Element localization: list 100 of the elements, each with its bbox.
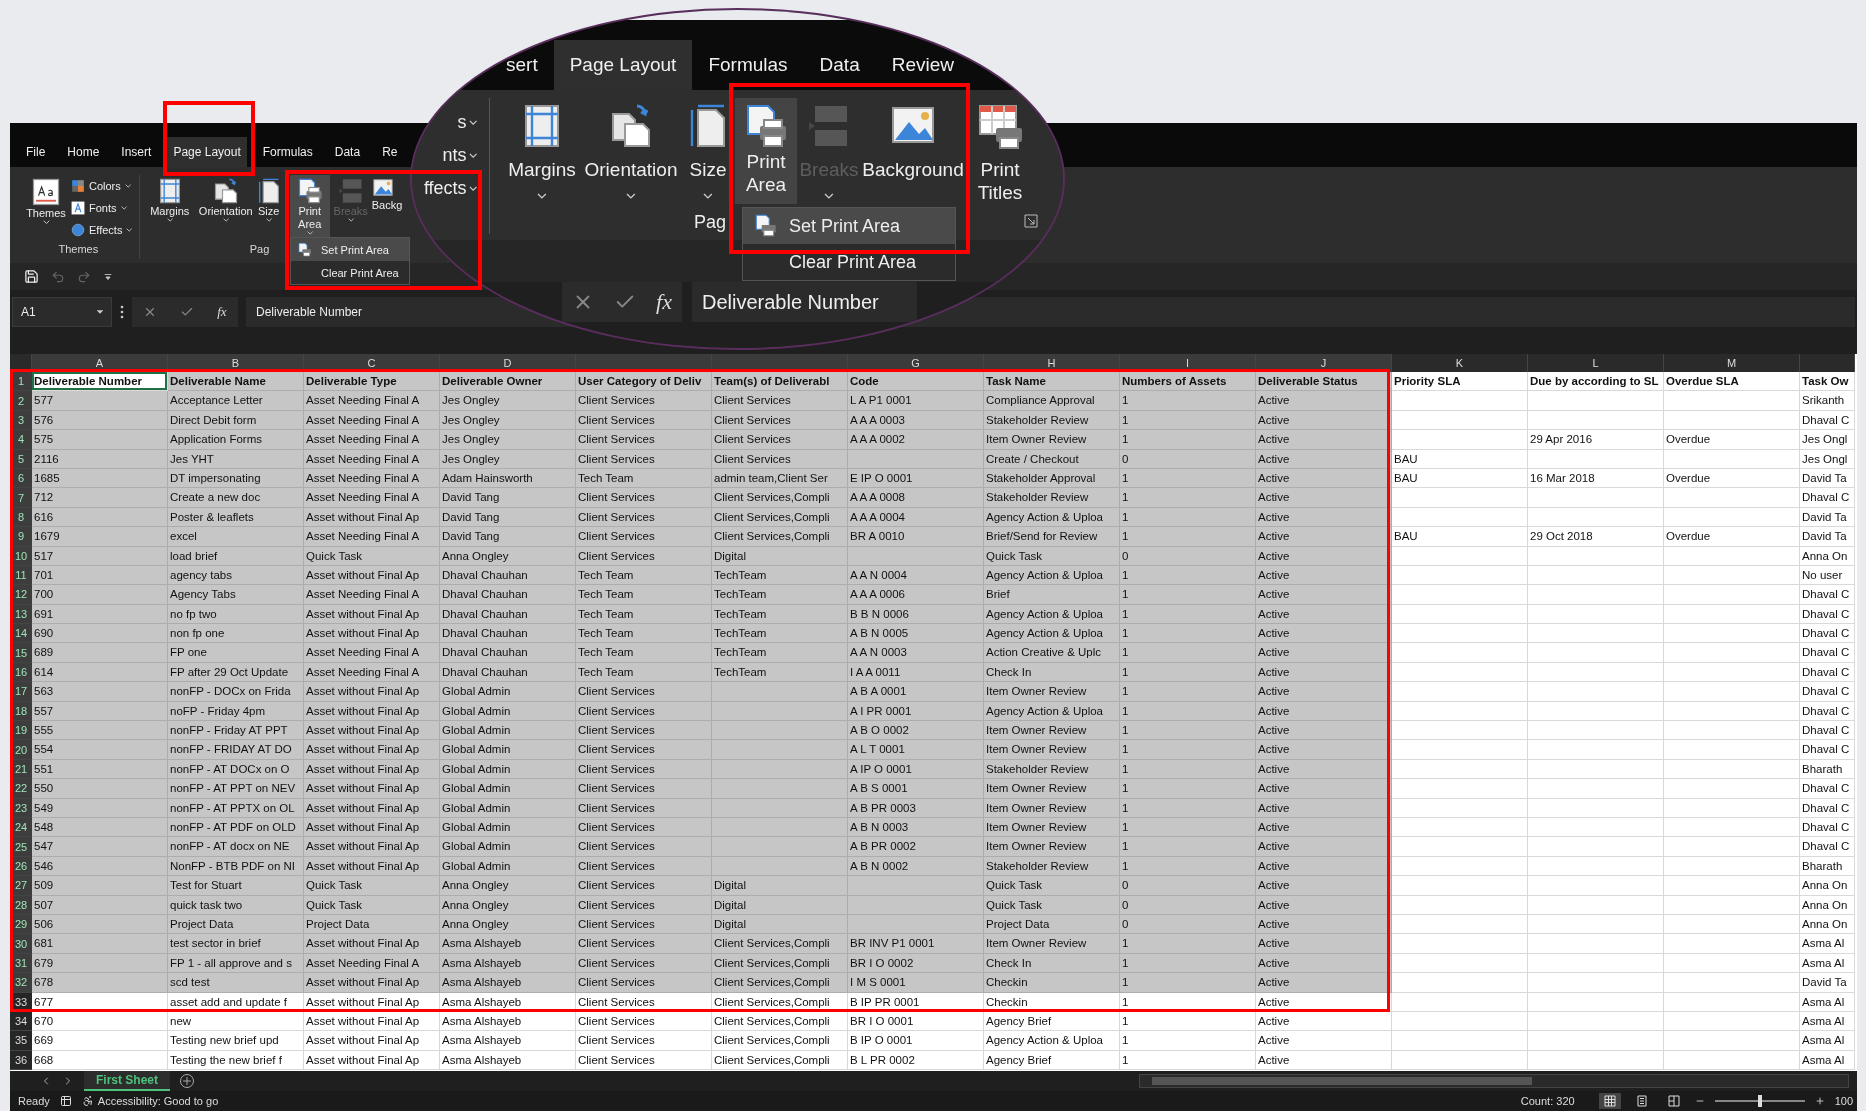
table-cell: 576 — [32, 410, 168, 431]
ribbon-tab[interactable]: Formulas — [256, 137, 319, 167]
table-cell: Client Services — [576, 527, 712, 547]
table-cell: Overdue — [1664, 468, 1800, 489]
menu-item[interactable]: Set Print Area — [743, 208, 955, 244]
column-header[interactable]: K — [1392, 354, 1528, 372]
name-box[interactable]: A1 — [12, 297, 112, 327]
table-cell: Client Services — [576, 934, 712, 954]
ribbon-button[interactable]: Print Titles — [968, 98, 1032, 204]
table-cell: Tech Team — [576, 604, 712, 625]
ribbon-option[interactable]: Effects — [71, 221, 133, 239]
zoom-in-icon[interactable] — [1814, 1096, 1825, 1106]
table-cell: Active — [1256, 643, 1392, 663]
table-cell: Asset without Final Ap — [304, 856, 440, 877]
table-cell: Agency Tabs — [168, 585, 304, 605]
themes-button[interactable]: Themes — [24, 175, 68, 243]
table-cell: Client Services — [576, 818, 712, 838]
ribbon-button[interactable]: Size — [684, 98, 732, 204]
row-header[interactable]: 36 — [10, 1050, 32, 1071]
ribbon-tab[interactable]: Home — [61, 137, 106, 167]
table-cell: Active — [1256, 779, 1392, 799]
table-cell: Project Data — [304, 914, 440, 935]
table-cell: Stakeholder Review — [984, 759, 1120, 780]
redo-icon[interactable] — [77, 269, 91, 284]
zoom-level[interactable]: 100 — [1834, 1095, 1853, 1107]
table-cell: Tech Team — [576, 585, 712, 605]
accessibility-status[interactable]: Accessibility: Good to go — [97, 1095, 219, 1107]
ribbon-button[interactable]: Margins — [506, 98, 578, 204]
ribbon-tab[interactable]: Data — [328, 137, 367, 167]
ribbon-option[interactable]: nts — [442, 145, 477, 166]
table-cell: Client Services — [576, 973, 712, 993]
print-titles-icon — [976, 102, 1024, 150]
ribbon-button[interactable]: Print Area — [735, 98, 797, 204]
table-cell: Quick Task — [984, 876, 1120, 896]
ribbon-option[interactable]: s — [457, 112, 477, 133]
table-cell: 614 — [32, 662, 168, 683]
ribbon-tab[interactable]: Re — [376, 137, 404, 167]
table-cell: Jes Ongley — [440, 449, 576, 469]
ribbon-button[interactable]: Orientation — [196, 175, 255, 243]
slider-thumb[interactable] — [1757, 1095, 1762, 1107]
menu-item[interactable]: Clear Print Area — [291, 261, 409, 284]
ribbon-button[interactable]: Orientation — [581, 98, 681, 204]
ribbon-tab[interactable]: File — [20, 137, 52, 167]
table-cell: Asset Needing Final A — [304, 449, 440, 469]
table-cell: 2116 — [32, 449, 168, 469]
undo-icon[interactable] — [51, 269, 65, 284]
horizontal-scrollbar[interactable] — [1139, 1074, 1849, 1088]
ribbon-option[interactable]: Fonts — [71, 199, 133, 217]
table-cell: Adam Hainsworth — [440, 468, 576, 489]
ribbon-tab[interactable]: Data — [803, 40, 876, 90]
ribbon-tab[interactable]: Insert — [115, 137, 158, 167]
column-header[interactable]: L — [1528, 354, 1664, 372]
ribbon-tab[interactable]: Page Layout — [553, 40, 693, 90]
ribbon-button[interactable]: Size — [257, 175, 280, 243]
table-cell: Client Services,Compli — [712, 488, 848, 508]
table-cell: Check In — [984, 953, 1120, 974]
table-cell: A B S 0001 — [848, 779, 984, 799]
column-header[interactable]: M — [1664, 354, 1800, 372]
menu-item[interactable]: Set Print Area — [291, 238, 409, 261]
check-icon[interactable] — [180, 305, 195, 319]
table-cell: Asset without Final Ap — [304, 973, 440, 993]
insert-function-button[interactable]: fx — [217, 304, 227, 320]
view-button[interactable] — [1598, 1093, 1621, 1109]
ribbon-button[interactable]: Background — [861, 98, 965, 204]
ribbon-tab[interactable]: Formulas — [692, 40, 804, 90]
table-cell: Dhaval C — [1800, 837, 1855, 857]
table-cell: Client Services,Compli — [712, 934, 848, 954]
ribbon-tab[interactable]: Review — [875, 40, 971, 90]
row-header[interactable]: 34 — [10, 1011, 32, 1032]
add-sheet-icon[interactable] — [180, 1074, 194, 1088]
table-cell: Digital — [712, 546, 848, 566]
macro-recording-icon[interactable] — [59, 1095, 72, 1107]
table-cell: A A N 0003 — [848, 643, 984, 663]
table-cell: Dhaval Chauhan — [440, 565, 576, 586]
table-cell: Active — [1256, 391, 1392, 411]
table-cell: 547 — [32, 837, 168, 857]
table-cell: 1 — [1120, 818, 1256, 838]
ribbon-tab[interactable]: Page Layout — [167, 137, 247, 167]
more-options-icon[interactable] — [120, 305, 124, 319]
table-cell: 616 — [32, 507, 168, 528]
table-cell: Client Services — [576, 953, 712, 974]
table-cell: Active — [1256, 721, 1392, 741]
formula-field[interactable]: Deliverable Number — [692, 282, 917, 322]
table-cell: 1 — [1120, 701, 1256, 722]
table-cell: A B N 0005 — [848, 624, 984, 644]
ribbon-tab[interactable]: sert — [490, 40, 554, 90]
ribbon-option[interactable]: ffects — [423, 178, 477, 199]
table-cell: Dhaval Chauhan — [440, 643, 576, 663]
sheet-tab[interactable]: First Sheet — [84, 1071, 170, 1091]
table-cell: 29 Oct 2018 — [1528, 527, 1664, 547]
save-icon[interactable] — [24, 269, 39, 284]
dialog-launcher-icon[interactable] — [1024, 214, 1038, 228]
table-cell: 0 — [1120, 876, 1256, 896]
ribbon-button[interactable]: Margins — [145, 175, 194, 243]
ribbon-option[interactable]: Colors — [71, 177, 133, 195]
table-cell: 16 Mar 2018 — [1528, 468, 1664, 489]
table-cell: Client Services — [576, 876, 712, 896]
row-header[interactable]: 35 — [10, 1031, 32, 1051]
table-cell: I M S 0001 — [848, 973, 984, 993]
table-cell: Global Admin — [440, 701, 576, 722]
